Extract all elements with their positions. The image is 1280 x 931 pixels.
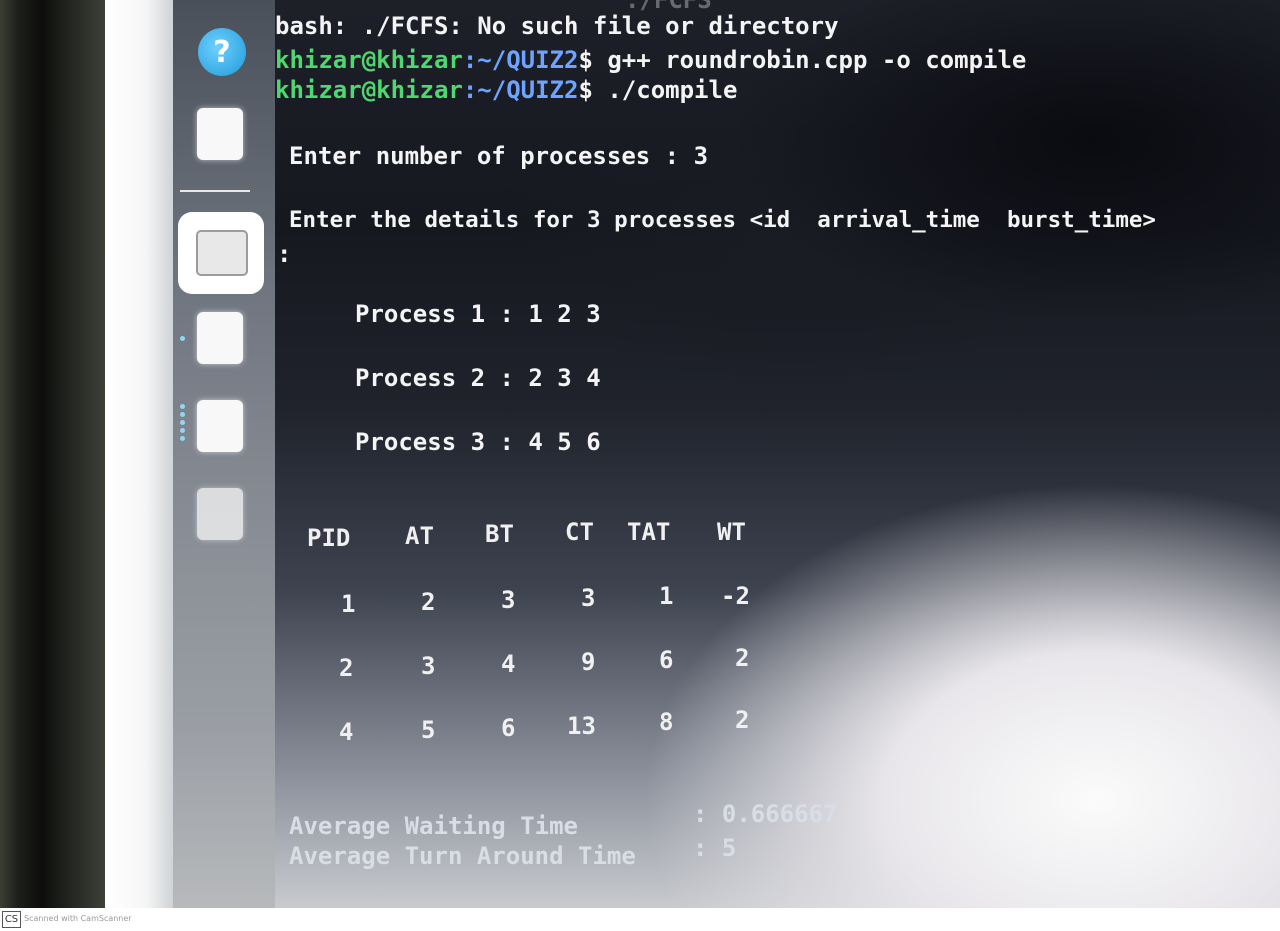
prompt-symbol: $ xyxy=(578,76,593,104)
table-cell-wt: 2 xyxy=(735,706,750,734)
details-colon: : xyxy=(277,240,292,268)
table-cell-pid: 4 xyxy=(339,718,354,746)
screen-edge xyxy=(105,0,173,908)
table-header-at: AT xyxy=(405,522,434,550)
process-input-line: Process 2 : 2 3 4 xyxy=(355,364,601,392)
average-tat-label: Average Turn Around Time xyxy=(289,842,636,870)
terminal-icon xyxy=(196,230,248,276)
scan-footer xyxy=(0,908,1280,931)
running-indicator xyxy=(180,436,185,441)
table-cell-tat: 6 xyxy=(659,646,674,674)
monitor-bezel xyxy=(0,0,105,908)
table-cell-ct: 3 xyxy=(581,584,596,612)
table-cell-at: 5 xyxy=(421,716,436,744)
table-cell-pid: 1 xyxy=(341,590,356,618)
process-input-line: Process 3 : 4 5 6 xyxy=(355,428,601,456)
running-indicator xyxy=(180,336,185,341)
table-cell-pid: 2 xyxy=(339,654,354,682)
running-indicator xyxy=(180,412,185,417)
terminal-window[interactable]: ./FCFS bash: ./FCFS: No such file or dir… xyxy=(275,0,1280,908)
table-cell-bt: 3 xyxy=(501,586,516,614)
running-indicator xyxy=(180,428,185,433)
average-tat-value: : 5 xyxy=(693,834,737,862)
running-indicator xyxy=(180,404,185,409)
table-header-ct: CT xyxy=(565,518,594,546)
table-cell-ct: 9 xyxy=(581,648,596,676)
table-cell-bt: 4 xyxy=(501,650,516,678)
table-cell-wt: -2 xyxy=(721,582,750,610)
camscanner-logo: CS xyxy=(2,911,21,928)
prompt-path: :~/QUIZ2 xyxy=(462,46,579,74)
launcher-app-icon[interactable] xyxy=(197,108,243,160)
command-text: g++ roundrobin.cpp -o compile xyxy=(607,46,1027,74)
launcher-app-icon[interactable] xyxy=(197,400,243,452)
prompt-symbol: $ xyxy=(578,46,593,74)
dock-separator xyxy=(180,190,250,192)
help-icon[interactable]: ? xyxy=(198,28,246,76)
process-input-line: Process 1 : 1 2 3 xyxy=(355,300,601,328)
command-text: ./compile xyxy=(607,76,738,104)
table-header-wt: WT xyxy=(717,518,746,546)
error-line: bash: ./FCFS: No such file or directory xyxy=(275,12,839,40)
launcher-app-icon[interactable] xyxy=(197,312,243,364)
table-cell-at: 3 xyxy=(421,652,436,680)
table-cell-tat: 8 xyxy=(659,708,674,736)
table-cell-tat: 1 xyxy=(659,582,674,610)
camscanner-caption: Scanned with CamScanner xyxy=(24,914,132,923)
table-cell-wt: 2 xyxy=(735,644,750,672)
table-header-tat: TAT xyxy=(627,518,671,546)
average-waiting-label: Average Waiting Time xyxy=(289,812,578,840)
table-header-pid: PID xyxy=(307,524,351,552)
prompt-user: khizar@khizar xyxy=(275,46,463,74)
prompt-user: khizar@khizar xyxy=(275,76,463,104)
table-header-bt: BT xyxy=(485,520,514,548)
table-cell-ct: 13 xyxy=(567,712,596,740)
table-cell-at: 2 xyxy=(421,588,436,616)
command-line-compile: khizar@khizar:~/QUIZ2$ g++ roundrobin.cp… xyxy=(275,46,1026,74)
prompt-path: :~/QUIZ2 xyxy=(462,76,579,104)
prompt-process-details: Enter the details for 3 processes <id ar… xyxy=(289,207,1156,233)
help-glyph: ? xyxy=(213,34,231,70)
table-cell-bt: 6 xyxy=(501,714,516,742)
average-waiting-value: : 0.666667 xyxy=(693,800,838,828)
launcher-app-icon[interactable] xyxy=(197,488,243,540)
prompt-process-count: Enter number of processes : 3 xyxy=(289,142,709,170)
running-indicator xyxy=(180,420,185,425)
command-line-run: khizar@khizar:~/QUIZ2$ ./compile xyxy=(275,76,737,104)
